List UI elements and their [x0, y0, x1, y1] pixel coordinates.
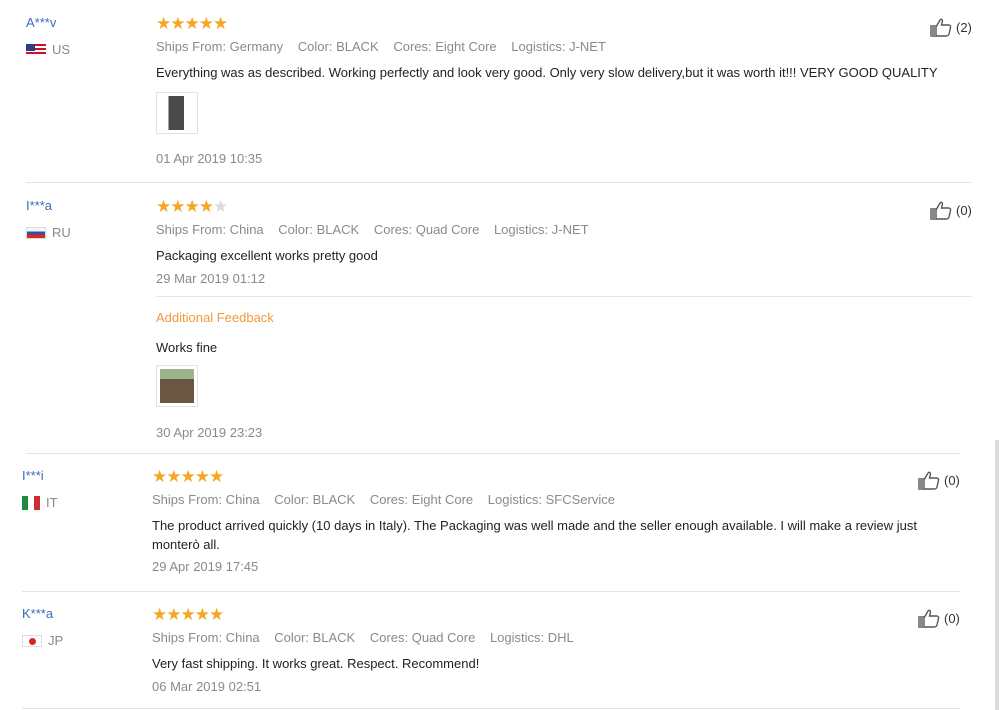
rating-stars: ★★★★★	[156, 14, 228, 33]
reviewer-country: IT	[22, 495, 58, 510]
reviewer-name[interactable]: K***a	[22, 606, 53, 621]
ships-from: Ships From: Germany	[156, 39, 284, 54]
star-icon: ★	[198, 197, 214, 216]
star-icon: ★	[170, 14, 185, 33]
logistics: Logistics: DHL	[489, 630, 574, 645]
color-option: Color: BLACK	[274, 630, 356, 645]
star-icon: ★	[184, 197, 200, 216]
star-icon: ★	[170, 197, 185, 216]
color-option: Color: BLACK	[278, 222, 360, 237]
helpful-button[interactable]: (2)	[929, 17, 972, 37]
rating-stars: ★★★★★	[152, 605, 224, 624]
helpful-button[interactable]: (0)	[917, 608, 960, 628]
cores-option: Cores: Eight Core	[369, 492, 474, 507]
logistics: Logistics: J-NET	[493, 222, 589, 237]
ships-from: Ships From: China	[152, 630, 260, 645]
review-date: 29 Apr 2019 17:45	[152, 559, 259, 574]
logistics: Logistics: J-NET	[511, 39, 606, 54]
ships-from: Ships From: China	[156, 222, 264, 237]
reviewer-country: US	[26, 42, 70, 57]
review-text: The product arrived quickly (10 days in …	[152, 516, 972, 554]
jp-flag-icon	[22, 634, 42, 647]
star-icon: ★	[184, 14, 200, 33]
review-text-line: The product arrived quickly (10 days in …	[152, 518, 917, 533]
star-icon: ★	[166, 467, 181, 486]
review-meta: Ships From: China Color: BLACK Cores: Ei…	[152, 492, 626, 507]
reviewer-country: RU	[26, 225, 71, 240]
thumbs-up-icon	[930, 201, 952, 220]
review-text-line: monterò all.	[152, 537, 220, 552]
helpful-button[interactable]: (0)	[917, 470, 960, 490]
country-code: JP	[48, 633, 64, 648]
star-icon: ★	[166, 605, 181, 624]
review-item: A***v US ★★★★★ Ships From: Germany Color…	[26, 15, 976, 175]
rating-stars: ★★★★★	[152, 467, 224, 486]
star-icon: ★	[194, 605, 210, 624]
helpful-button[interactable]: (0)	[929, 200, 972, 220]
country-code: IT	[46, 495, 58, 510]
star-icon: ★	[194, 467, 210, 486]
star-icon: ★	[209, 605, 224, 624]
review-text: Everything was as described. Working per…	[156, 65, 938, 80]
review-divider	[26, 453, 960, 454]
additional-feedback-date: 30 Apr 2019 23:23	[156, 425, 263, 440]
cores-option: Cores: Quad Core	[373, 222, 480, 237]
reviewer-country: JP	[22, 633, 63, 648]
review-date: 29 Mar 2019 01:12	[156, 271, 266, 286]
helpful-count: (0)	[944, 610, 960, 626]
reviewer-name[interactable]: I***i	[22, 468, 44, 483]
review-item: K***a JP ★★★★★ Ships From: China Color: …	[22, 606, 972, 706]
review-date: 06 Mar 2019 02:51	[152, 679, 262, 694]
star-icon: ★	[180, 467, 196, 486]
star-icon: ★	[156, 14, 171, 33]
it-flag-icon	[22, 495, 40, 510]
star-icon: ★	[152, 605, 167, 624]
review-item: I***a RU ★★★★★ Ships From: China Color: …	[26, 198, 976, 448]
additional-feedback-label: Additional Feedback	[156, 310, 274, 325]
thumbs-up-icon	[930, 18, 952, 37]
additional-feedback-divider	[156, 296, 972, 297]
review-date: 01 Apr 2019 10:35	[156, 151, 263, 166]
star-icon: ★	[180, 605, 196, 624]
review-text: Packaging excellent works pretty good	[156, 248, 378, 263]
reviewer-name[interactable]: I***a	[26, 198, 52, 213]
us-flag-icon	[26, 43, 46, 56]
color-option: Color: BLACK	[274, 492, 356, 507]
thumbs-up-icon	[918, 609, 940, 628]
ru-flag-icon	[26, 226, 46, 239]
star-icon: ★	[198, 14, 214, 33]
helpful-count: (0)	[944, 472, 960, 488]
star-empty-icon: ★	[213, 197, 228, 216]
review-text: Very fast shipping. It works great. Resp…	[152, 656, 480, 671]
review-photo-thumbnail[interactable]	[156, 365, 198, 407]
helpful-count: (2)	[956, 19, 972, 35]
cores-option: Cores: Eight Core	[393, 39, 497, 54]
star-icon: ★	[152, 467, 167, 486]
review-item: I***i IT ★★★★★ Ships From: China Color: …	[22, 468, 972, 583]
thumbs-up-icon	[918, 471, 940, 490]
star-icon: ★	[209, 467, 224, 486]
review-meta: Ships From: China Color: BLACK Cores: Qu…	[156, 222, 600, 237]
reviewer-name[interactable]: A***v	[26, 15, 56, 30]
star-icon: ★	[156, 197, 171, 216]
review-divider	[26, 182, 972, 183]
cores-option: Cores: Quad Core	[369, 630, 476, 645]
country-code: US	[52, 42, 71, 57]
rating-stars: ★★★★★	[156, 197, 228, 216]
additional-feedback-text: Works fine	[156, 340, 218, 355]
review-meta: Ships From: China Color: BLACK Cores: Qu…	[152, 630, 585, 645]
review-divider	[22, 591, 960, 592]
review-divider	[22, 708, 960, 709]
review-photo-thumbnail[interactable]	[156, 92, 198, 134]
scrollbar[interactable]	[995, 440, 999, 710]
helpful-count: (0)	[956, 202, 972, 218]
ships-from: Ships From: China	[152, 492, 260, 507]
logistics: Logistics: SFCService	[487, 492, 615, 507]
country-code: RU	[52, 225, 71, 240]
color-option: Color: BLACK	[297, 39, 379, 54]
review-meta: Ships From: Germany Color: BLACK Cores: …	[156, 39, 617, 54]
star-icon: ★	[213, 14, 228, 33]
